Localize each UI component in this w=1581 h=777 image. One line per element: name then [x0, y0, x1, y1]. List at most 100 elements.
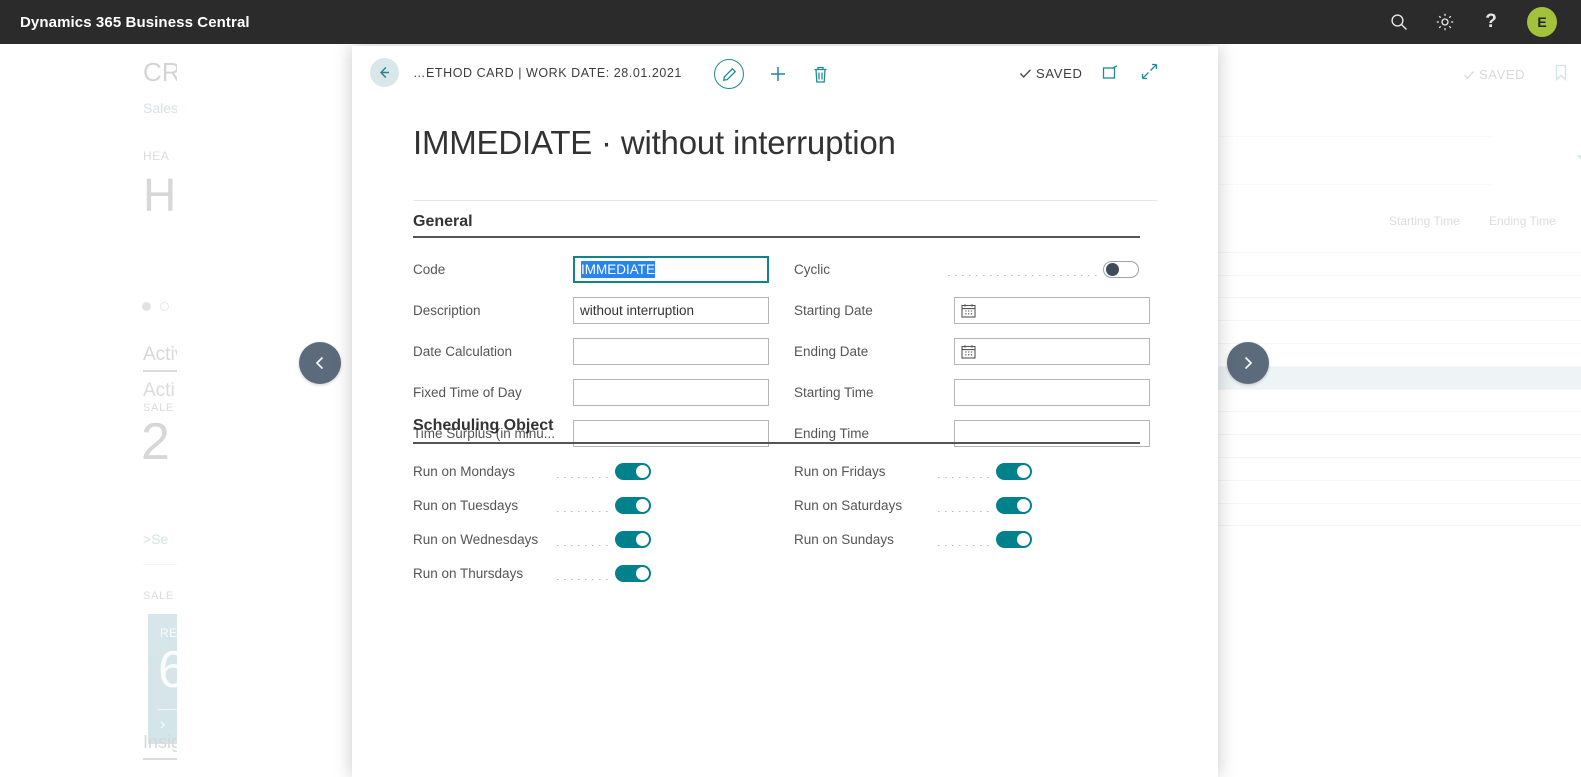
calendar-icon[interactable] [961, 344, 976, 359]
input-date-calculation[interactable] [573, 338, 769, 365]
label-leader-dots [938, 511, 990, 512]
input-fixed-time-of-day[interactable] [573, 379, 769, 406]
app-header: Dynamics 365 Business Central ? E [0, 0, 1581, 44]
field-row: Starting Date [794, 293, 1139, 327]
carousel-dot-1[interactable] [142, 302, 151, 311]
toggle-label-run-on-fridays: Run on Fridays [794, 464, 932, 479]
general-section-heading: General [413, 213, 473, 231]
toggle-knob [1017, 533, 1030, 546]
field-row: Cyclic [794, 252, 1139, 286]
input-starting-date[interactable] [954, 297, 1150, 324]
field-row: Starting Time [794, 375, 1139, 409]
calendar-icon[interactable] [961, 303, 976, 318]
field-label-description: Description [413, 303, 561, 318]
see-more-link[interactable]: >Se [143, 531, 168, 547]
toggle-run-on-wednesdays[interactable] [615, 531, 651, 548]
toggle-knob [636, 465, 649, 478]
toggle-knob [1017, 499, 1030, 512]
carousel-dot-2[interactable] [160, 302, 169, 311]
open-in-new-icon[interactable] [1102, 63, 1119, 80]
input-value: IMMEDIATE [581, 261, 655, 278]
bookmark-icon[interactable] [1553, 64, 1569, 86]
input-value: without interruption [580, 303, 694, 318]
gear-icon[interactable] [1435, 12, 1455, 32]
activities-counter[interactable]: 2 [141, 416, 170, 468]
toggle-label-run-on-wednesdays: Run on Wednesdays [413, 532, 551, 547]
toggle-row: Run on Mondays [413, 454, 663, 488]
field-row: Description without interruption [413, 293, 758, 327]
toggle-row: Run on Fridays [794, 454, 1044, 488]
modal-action-toolbar [714, 59, 829, 89]
help-icon[interactable]: ? [1481, 12, 1501, 32]
toggle-run-on-tuesdays[interactable] [615, 497, 651, 514]
input-description[interactable]: without interruption [573, 297, 769, 324]
nav-previous-button[interactable] [299, 342, 341, 384]
filter-icon[interactable] [1577, 154, 1581, 176]
delete-icon[interactable] [812, 65, 829, 84]
toggle-run-on-sundays[interactable] [996, 531, 1032, 548]
field-row: Date Calculation [413, 334, 758, 368]
add-icon[interactable] [768, 64, 788, 84]
field-label-code: Code [413, 262, 561, 277]
toggle-run-on-fridays[interactable] [996, 463, 1032, 480]
input-ending-date[interactable] [954, 338, 1150, 365]
toggle-knob [636, 499, 649, 512]
page-title: IMMEDIATE · without interruption [413, 124, 896, 162]
nav-next-button[interactable] [1227, 342, 1269, 384]
headline-letter: H [143, 168, 176, 222]
toggle-label-run-on-saturdays: Run on Saturdays [794, 498, 932, 513]
label-leader-dots [557, 511, 609, 512]
title-divider [413, 200, 1157, 201]
field-row: Fixed Time of Day [413, 375, 758, 409]
label-leader-dots [938, 545, 990, 546]
toggle-knob [636, 533, 649, 546]
general-section-rule [413, 236, 1140, 238]
scheduling-right-toggles: Run on Fridays Run on Saturdays Run on Sun… [794, 454, 1044, 556]
input-code[interactable]: IMMEDIATE [573, 256, 769, 283]
avatar[interactable]: E [1527, 7, 1557, 37]
toggle-label-run-on-sundays: Run on Sundays [794, 532, 932, 547]
background-saved-status: SAVED [1463, 67, 1525, 82]
label-leader-dots [557, 477, 609, 478]
column-header-starting-time[interactable]: Starting Time [1389, 214, 1460, 228]
field-row: Ending Date [794, 334, 1139, 368]
background-saved-label: SAVED [1479, 67, 1525, 82]
toggle-row: Run on Saturdays [794, 488, 1044, 522]
sales-caption-2: SALE [143, 590, 174, 602]
label-leader-dots [557, 545, 609, 546]
field-row: Ending Time [794, 416, 1139, 450]
see-more-label: Se [151, 531, 168, 547]
field-label-ending-date: Ending Date [794, 344, 942, 359]
modal-saved-label: SAVED [1036, 66, 1083, 81]
app-header-actions: ? E [1389, 7, 1557, 37]
toggle-cyclic[interactable] [1103, 261, 1139, 278]
column-header-ending-time[interactable]: Ending Time [1489, 214, 1556, 228]
field-label-fixed-time-of-day: Fixed Time of Day [413, 385, 561, 400]
sales-link[interactable]: Sales [143, 100, 178, 116]
label-leader-dots [948, 275, 1097, 276]
toggle-run-on-mondays[interactable] [615, 463, 651, 480]
toggle-label-run-on-tuesdays: Run on Tuesdays [413, 498, 551, 513]
toggle-run-on-thursdays[interactable] [615, 565, 651, 582]
carousel-dots[interactable] [142, 302, 169, 311]
record-card-modal: …ETHOD CARD | WORK DATE: 28.01.2021 SAVE… [352, 46, 1218, 777]
modal-saved-status: SAVED [1019, 66, 1083, 81]
expand-icon[interactable] [1141, 63, 1158, 80]
field-label-starting-time: Starting Time [794, 385, 942, 400]
scheduling-section-rule [413, 442, 1140, 444]
toggle-row: Run on Tuesdays [413, 488, 663, 522]
search-icon[interactable] [1389, 12, 1409, 32]
toggle-row: Run on Wednesdays [413, 522, 663, 556]
headline-caption: HEA [143, 149, 169, 163]
toggle-label-run-on-mondays: Run on Mondays [413, 464, 551, 479]
toggle-run-on-saturdays[interactable] [996, 497, 1032, 514]
edit-pencil-icon[interactable] [714, 59, 744, 89]
input-starting-time[interactable] [954, 379, 1150, 406]
activities-subtitle: Acti [143, 380, 175, 402]
modal-breadcrumb: …ETHOD CARD | WORK DATE: 28.01.2021 [413, 66, 682, 80]
scheduling-left-toggles: Run on Mondays Run on Tuesdays Run on Wedn… [413, 454, 663, 590]
label-leader-dots [938, 477, 990, 478]
modal-back-button[interactable] [370, 58, 399, 87]
field-label-cyclic: Cyclic [794, 262, 942, 277]
field-label-starting-date: Starting Date [794, 303, 942, 318]
